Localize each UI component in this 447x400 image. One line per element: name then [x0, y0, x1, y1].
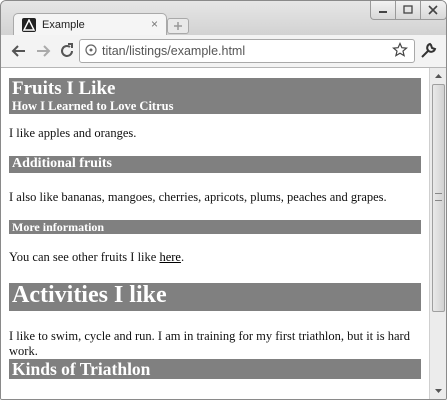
settings-wrench-button[interactable] — [419, 42, 439, 62]
tab-title: Example — [42, 19, 85, 31]
heading-more-information: More information — [9, 220, 421, 234]
browser-window: Example × titan/listings/example.html Fr… — [0, 0, 447, 400]
paragraph-activities: I like to swim, cycle and run. I am in t… — [9, 329, 410, 358]
back-arrow-icon — [11, 45, 25, 57]
page-title: Fruits I Like — [12, 78, 116, 99]
wrench-icon — [421, 42, 437, 58]
page-icon — [85, 44, 97, 56]
scrollbar-thumb[interactable] — [432, 84, 445, 312]
paragraph-more-info: You can see other fruits I like here. — [9, 250, 421, 265]
maximize-button[interactable] — [395, 1, 421, 20]
new-tab-button[interactable] — [167, 18, 189, 34]
url-text: titan/listings/example.html — [102, 44, 246, 58]
heading-activities: Activities I like — [9, 282, 421, 311]
tab-strip: Example × — [1, 1, 446, 36]
tab-example[interactable]: Example × — [13, 13, 167, 36]
more-info-period: . — [180, 250, 185, 264]
tab-close-icon[interactable]: × — [151, 17, 158, 31]
page-favicon-icon — [22, 18, 36, 32]
heading-additional-fruits: Additional fruits — [9, 156, 421, 173]
heading-activities-text: Activities I like — [12, 282, 167, 308]
more-info-text: You can see other fruits I like — [9, 250, 160, 264]
heading-kinds-text: Kinds of Triathlon — [12, 359, 151, 379]
heading-additional-fruits-text: Additional fruits — [12, 156, 112, 171]
page-header: Fruits I Like How I Learned to Love Citr… — [9, 78, 421, 114]
bookmark-star-icon — [392, 42, 408, 57]
scroll-up-arrow-icon — [435, 74, 442, 78]
reload-icon — [61, 43, 73, 57]
paragraph-additional-fruits: I also like bananas, mangoes, cherries, … — [9, 190, 387, 204]
scroll-down-arrow-icon — [435, 389, 442, 393]
close-window-button[interactable] — [420, 1, 446, 20]
reload-button[interactable] — [57, 41, 77, 61]
forward-button[interactable] — [33, 41, 53, 61]
page-subtitle: How I Learned to Love Citrus — [12, 99, 174, 113]
forward-arrow-icon — [37, 45, 51, 57]
heading-kinds-of-triathlon: Kinds of Triathlon — [9, 359, 421, 379]
back-button[interactable] — [9, 41, 29, 61]
page-viewport: Fruits I Like How I Learned to Love Citr… — [1, 68, 429, 399]
heading-more-information-text: More information — [12, 220, 105, 234]
minimize-button[interactable] — [370, 1, 396, 20]
paragraph-fruits: I like apples and oranges. — [9, 126, 137, 140]
here-link[interactable]: here — [159, 250, 181, 264]
address-bar[interactable]: titan/listings/example.html — [79, 39, 415, 63]
vertical-scrollbar[interactable] — [429, 68, 446, 399]
browser-toolbar: titan/listings/example.html — [1, 35, 446, 68]
